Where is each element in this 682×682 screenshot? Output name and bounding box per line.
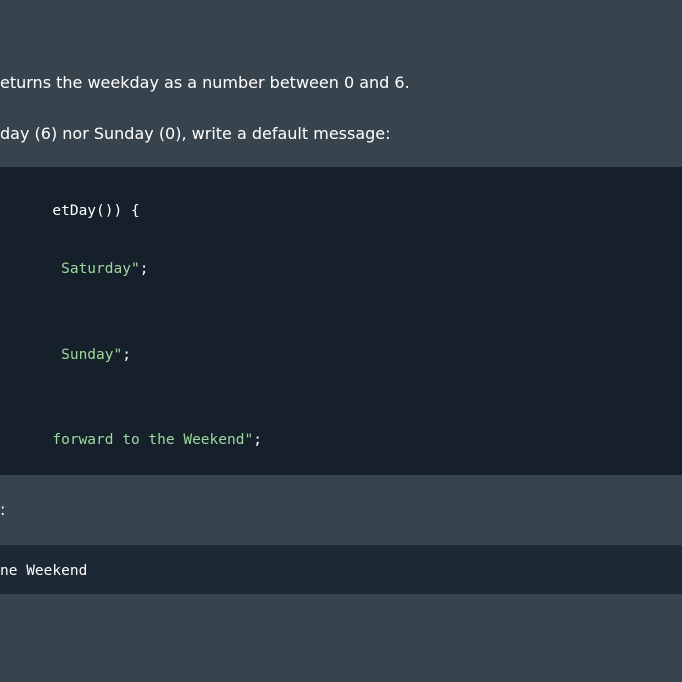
output-text: ne Weekend xyxy=(0,563,88,579)
tutorial-page: eturns the weekday as a number between 0… xyxy=(0,0,682,682)
code-string: Saturday" xyxy=(52,261,140,277)
code-example-block: etDay()) { Saturday"; Sunday"; forward t… xyxy=(0,167,682,475)
code-punct: ; xyxy=(253,432,262,448)
code-line-saturday: Saturday"; xyxy=(0,242,148,296)
code-punct: ; xyxy=(122,347,131,363)
code-line-default: forward to the Weekend"; xyxy=(0,413,262,467)
code-line-switch: etDay()) { xyxy=(0,184,140,238)
code-line-sunday: Sunday"; xyxy=(0,328,131,382)
code-string: forward to the Weekend" xyxy=(52,432,254,448)
output-block xyxy=(0,545,682,594)
instruction-paragraph: day (6) nor Sunday (0), write a default … xyxy=(0,124,391,143)
code-string: Sunday" xyxy=(52,347,123,363)
code-punct: ; xyxy=(139,261,149,277)
output-label: : xyxy=(0,500,6,519)
code-token: etDay()) { xyxy=(52,203,140,219)
header-band xyxy=(0,0,682,28)
description-paragraph: eturns the weekday as a number between 0… xyxy=(0,73,410,92)
